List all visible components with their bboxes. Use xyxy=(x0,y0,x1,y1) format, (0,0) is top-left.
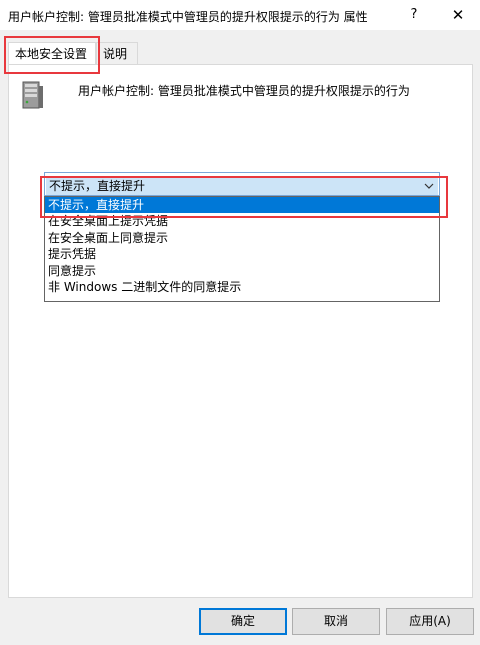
dropdown-option[interactable]: 同意提示 xyxy=(45,263,439,279)
window-title: 用户帐户控制: 管理员批准模式中管理员的提升权限提示的行为 属性 xyxy=(8,10,368,24)
chevron-down-icon xyxy=(424,183,434,189)
dropdown-list: 不提示，直接提升 在安全桌面上提示凭据 在安全桌面上同意提示 提示凭据 同意提示… xyxy=(44,196,440,302)
ok-button[interactable]: 确定 xyxy=(199,608,287,635)
combobox-selected-value: 不提示，直接提升 xyxy=(46,178,438,195)
policy-name: 用户帐户控制: 管理员批准模式中管理员的提升权限提示的行为 xyxy=(78,84,410,98)
tab-panel xyxy=(8,64,473,598)
dropdown-option[interactable]: 在安全桌面上同意提示 xyxy=(45,230,439,246)
tab-label: 本地安全设置 xyxy=(15,47,88,61)
dropdown-option[interactable]: 在安全桌面上提示凭据 xyxy=(45,213,439,229)
cancel-button[interactable]: 取消 xyxy=(292,608,380,635)
title-bar: 用户帐户控制: 管理员批准模式中管理员的提升权限提示的行为 属性 ? ✕ xyxy=(0,0,480,30)
dropdown-option[interactable]: 提示凭据 xyxy=(45,246,439,262)
tab-label: 说明 xyxy=(103,47,128,61)
server-icon xyxy=(22,81,43,109)
dropdown-option[interactable]: 不提示，直接提升 xyxy=(45,197,439,214)
apply-button[interactable]: 应用(A) xyxy=(386,608,474,635)
tab-explain[interactable]: 说明 xyxy=(96,42,138,64)
help-button[interactable]: ? xyxy=(398,3,430,27)
close-button[interactable]: ✕ xyxy=(442,3,474,27)
security-option-combobox[interactable]: 不提示，直接提升 xyxy=(44,172,440,196)
tab-local-security-setting[interactable]: 本地安全设置 xyxy=(8,42,96,64)
dropdown-option[interactable]: 非 Windows 二进制文件的同意提示 xyxy=(45,279,439,295)
